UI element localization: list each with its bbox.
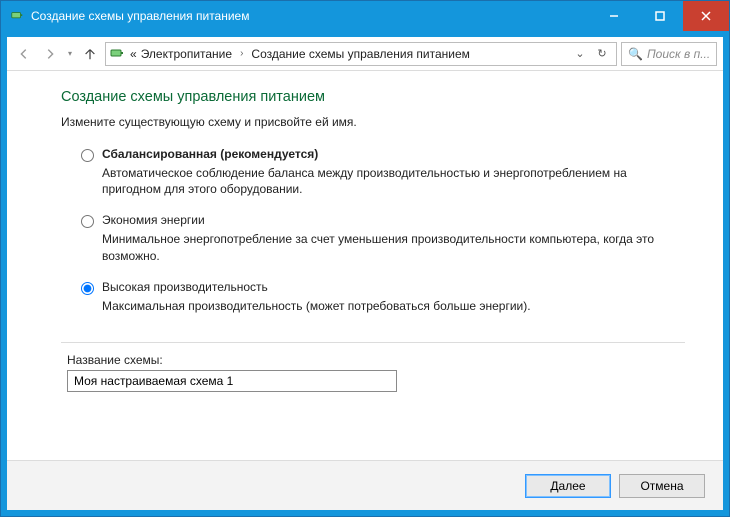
back-button[interactable] — [13, 43, 35, 65]
window-title: Создание схемы управления питанием — [31, 9, 591, 23]
breadcrumb-create-plan[interactable]: Создание схемы управления питанием — [251, 47, 469, 61]
plan-powersaver-row[interactable]: Экономия энергии — [81, 213, 685, 228]
plan-powersaver-radio[interactable] — [81, 215, 94, 228]
page-subheading: Измените существующую схему и присвойте … — [61, 115, 685, 129]
plan-highperf-title: Высокая производительность — [102, 280, 268, 294]
plan-balanced-desc: Автоматическое соблюдение баланса между … — [102, 165, 662, 197]
navigation-bar: ▾ « Электропитание › Создание схемы упра… — [7, 37, 723, 71]
breadcrumb-prefix: « — [130, 47, 137, 61]
window-controls — [591, 1, 729, 31]
minimize-button[interactable] — [591, 1, 637, 31]
divider — [61, 342, 685, 343]
plan-powersaver-title: Экономия энергии — [102, 213, 205, 227]
plan-powersaver: Экономия энергии Минимальное энергопотре… — [81, 213, 685, 263]
content-area: Создание схемы управления питанием Измен… — [7, 71, 723, 460]
chevron-right-icon[interactable]: › — [236, 48, 247, 59]
history-dropdown-icon[interactable]: ▾ — [65, 49, 75, 58]
search-icon: 🔍 — [628, 47, 643, 61]
breadcrumb-power-options[interactable]: Электропитание — [141, 47, 232, 61]
up-button[interactable] — [79, 43, 101, 65]
plan-balanced-title: Сбалансированная (рекомендуется) — [102, 147, 318, 161]
footer: Далее Отмена — [7, 460, 723, 510]
cancel-button[interactable]: Отмена — [619, 474, 705, 498]
page-heading: Создание схемы управления питанием — [61, 89, 685, 105]
forward-button[interactable] — [39, 43, 61, 65]
window-frame: Создание схемы управления питанием ▾ — [0, 0, 730, 517]
close-button[interactable] — [683, 1, 729, 31]
search-placeholder: Поиск в п... — [647, 47, 710, 61]
refresh-icon[interactable]: ↻ — [594, 47, 610, 60]
titlebar: Создание схемы управления питанием — [1, 1, 729, 31]
client-area: ▾ « Электропитание › Создание схемы упра… — [1, 31, 729, 516]
search-input[interactable]: 🔍 Поиск в п... — [621, 42, 717, 66]
control-panel-icon — [108, 45, 126, 63]
maximize-button[interactable] — [637, 1, 683, 31]
scheme-name-input[interactable] — [67, 370, 397, 392]
plan-highperf-desc: Максимальная производительность (может п… — [102, 298, 662, 314]
plan-highperf-row[interactable]: Высокая производительность — [81, 280, 685, 295]
scheme-name-label: Название схемы: — [67, 353, 685, 367]
plan-highperf: Высокая производительность Максимальная … — [81, 280, 685, 314]
plan-balanced: Сбалансированная (рекомендуется) Автомат… — [81, 147, 685, 197]
plan-balanced-radio[interactable] — [81, 149, 94, 162]
plan-highperf-radio[interactable] — [81, 282, 94, 295]
address-dropdown-icon[interactable]: ⌄ — [572, 47, 588, 60]
next-button[interactable]: Далее — [525, 474, 611, 498]
address-bar[interactable]: « Электропитание › Создание схемы управл… — [105, 42, 617, 66]
power-options-icon — [9, 8, 25, 24]
plan-balanced-row[interactable]: Сбалансированная (рекомендуется) — [81, 147, 685, 162]
plan-powersaver-desc: Минимальное энергопотребление за счет ум… — [102, 231, 662, 263]
